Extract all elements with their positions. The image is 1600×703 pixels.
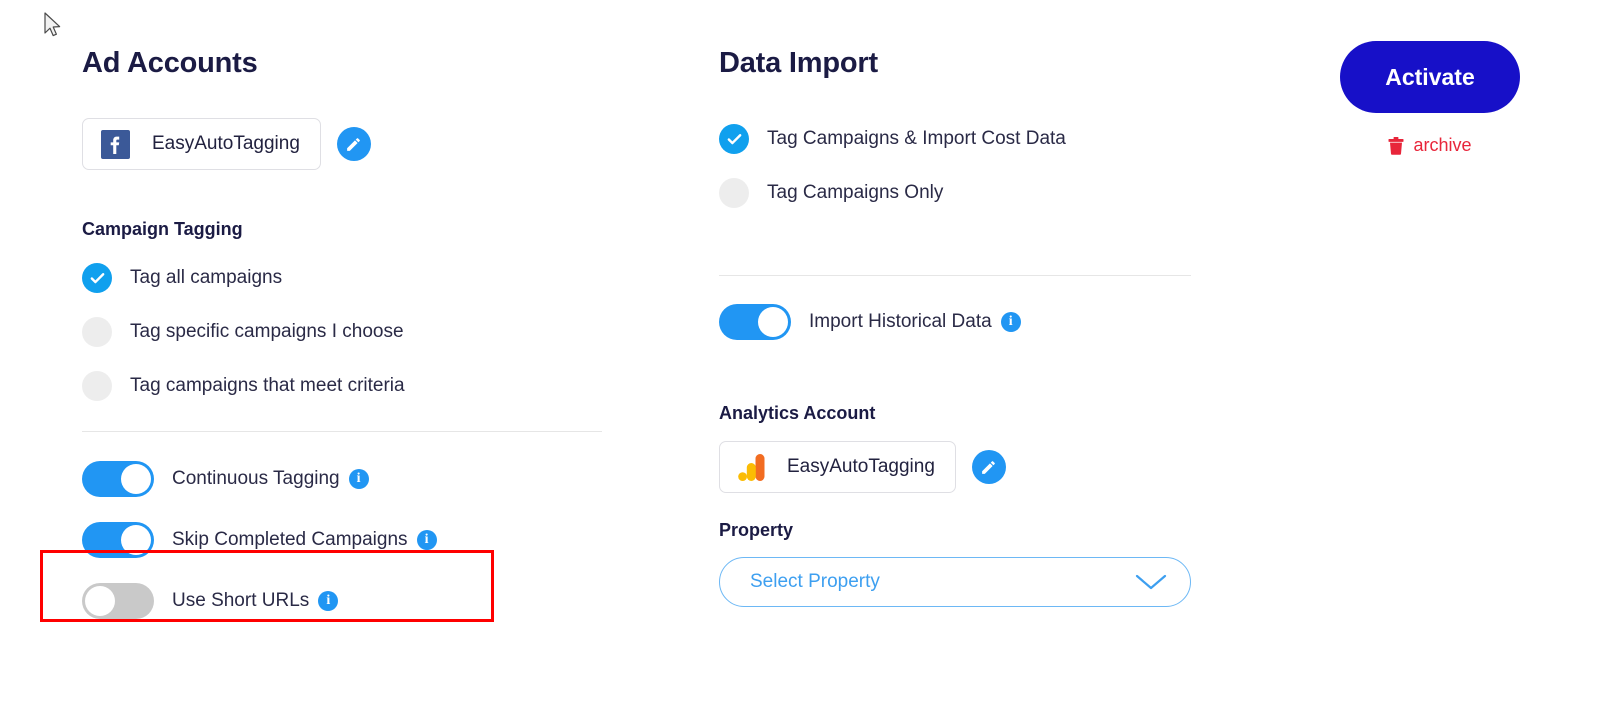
ad-account-box[interactable]: EasyAutoTagging	[82, 118, 321, 170]
ad-account-row: EasyAutoTagging	[82, 118, 642, 170]
data-import-divider	[719, 275, 1191, 276]
toggle-import-historical-data[interactable]: Import Historical Data i	[719, 304, 1239, 340]
page-title-data-import: Data Import	[719, 47, 878, 79]
radio-tag-all-campaigns[interactable]: Tag all campaigns	[82, 263, 642, 293]
radio-tag-specific-campaigns[interactable]: Tag specific campaigns I choose	[82, 317, 642, 347]
data-import-panel: Data Import Tag Campaigns & Import Cost …	[719, 0, 1239, 607]
toggle-skip-completed-campaigns[interactable]: Skip Completed Campaigns i	[82, 522, 642, 558]
radio-label: Tag all campaigns	[130, 267, 283, 288]
toggle-label: Use Short URLs	[172, 590, 310, 611]
facebook-icon	[101, 129, 130, 159]
toggle-label: Import Historical Data	[809, 311, 992, 332]
radio-indicator-checked	[719, 124, 749, 154]
info-icon[interactable]: i	[318, 591, 339, 611]
mouse-cursor	[44, 12, 64, 40]
radio-label: Tag specific campaigns I choose	[130, 321, 404, 342]
radio-tag-and-import-cost-data[interactable]: Tag Campaigns & Import Cost Data	[719, 124, 1239, 154]
ad-account-name: EasyAutoTagging	[152, 133, 300, 154]
radio-label: Tag Campaigns & Import Cost Data	[767, 128, 1066, 149]
toggle-use-short-urls[interactable]: Use Short URLs i	[82, 583, 642, 619]
property-select-placeholder: Select Property	[750, 571, 880, 592]
analytics-account-title: Analytics Account	[719, 403, 876, 423]
analytics-account-box[interactable]: EasyAutoTagging	[719, 441, 956, 493]
analytics-account-name: EasyAutoTagging	[787, 456, 935, 477]
google-analytics-icon	[738, 453, 765, 482]
radio-tag-criteria-campaigns[interactable]: Tag campaigns that meet criteria	[82, 371, 642, 401]
toggle-knob	[121, 525, 151, 555]
trash-icon	[1388, 136, 1404, 155]
toggle-label: Continuous Tagging	[172, 468, 340, 489]
radio-indicator	[82, 371, 112, 401]
left-divider	[82, 431, 602, 432]
archive-link-label: archive	[1413, 135, 1472, 155]
property-select[interactable]: Select Property	[719, 557, 1191, 607]
pencil-icon	[980, 459, 997, 476]
radio-indicator-checked	[82, 263, 112, 293]
activate-button[interactable]: Activate	[1340, 41, 1520, 113]
radio-indicator	[82, 317, 112, 347]
toggle-continuous-tagging[interactable]: Continuous Tagging i	[82, 461, 642, 497]
radio-label: Tag Campaigns Only	[767, 182, 944, 203]
info-icon[interactable]: i	[348, 469, 369, 489]
pencil-icon	[345, 136, 362, 153]
edit-analytics-account-button[interactable]	[971, 450, 1006, 484]
ad-accounts-panel: Ad Accounts EasyAutoTagging Campaign Tag…	[82, 0, 642, 619]
campaign-tagging-title: Campaign Tagging	[82, 219, 243, 239]
toggle-label: Skip Completed Campaigns	[172, 529, 408, 550]
radio-tag-campaigns-only[interactable]: Tag Campaigns Only	[719, 178, 1239, 208]
chevron-down-icon	[1134, 572, 1168, 592]
archive-link[interactable]: archive	[1340, 135, 1520, 156]
actions-panel: Activate archive	[1340, 0, 1560, 156]
page-title-ad-accounts: Ad Accounts	[82, 47, 258, 79]
analytics-account-row: EasyAutoTagging	[719, 441, 1239, 493]
property-title: Property	[719, 520, 794, 540]
toggle-knob	[85, 586, 115, 616]
radio-label: Tag campaigns that meet criteria	[130, 375, 405, 396]
toggle-switch-on[interactable]	[82, 461, 154, 497]
info-icon[interactable]: i	[1000, 312, 1021, 332]
toggle-switch-on[interactable]	[82, 522, 154, 558]
toggle-knob	[758, 307, 788, 337]
edit-ad-account-button[interactable]	[336, 127, 371, 161]
toggle-switch-on[interactable]	[719, 304, 791, 340]
toggle-switch-off[interactable]	[82, 583, 154, 619]
radio-indicator	[719, 178, 749, 208]
info-icon[interactable]: i	[416, 530, 437, 550]
toggle-knob	[121, 464, 151, 494]
